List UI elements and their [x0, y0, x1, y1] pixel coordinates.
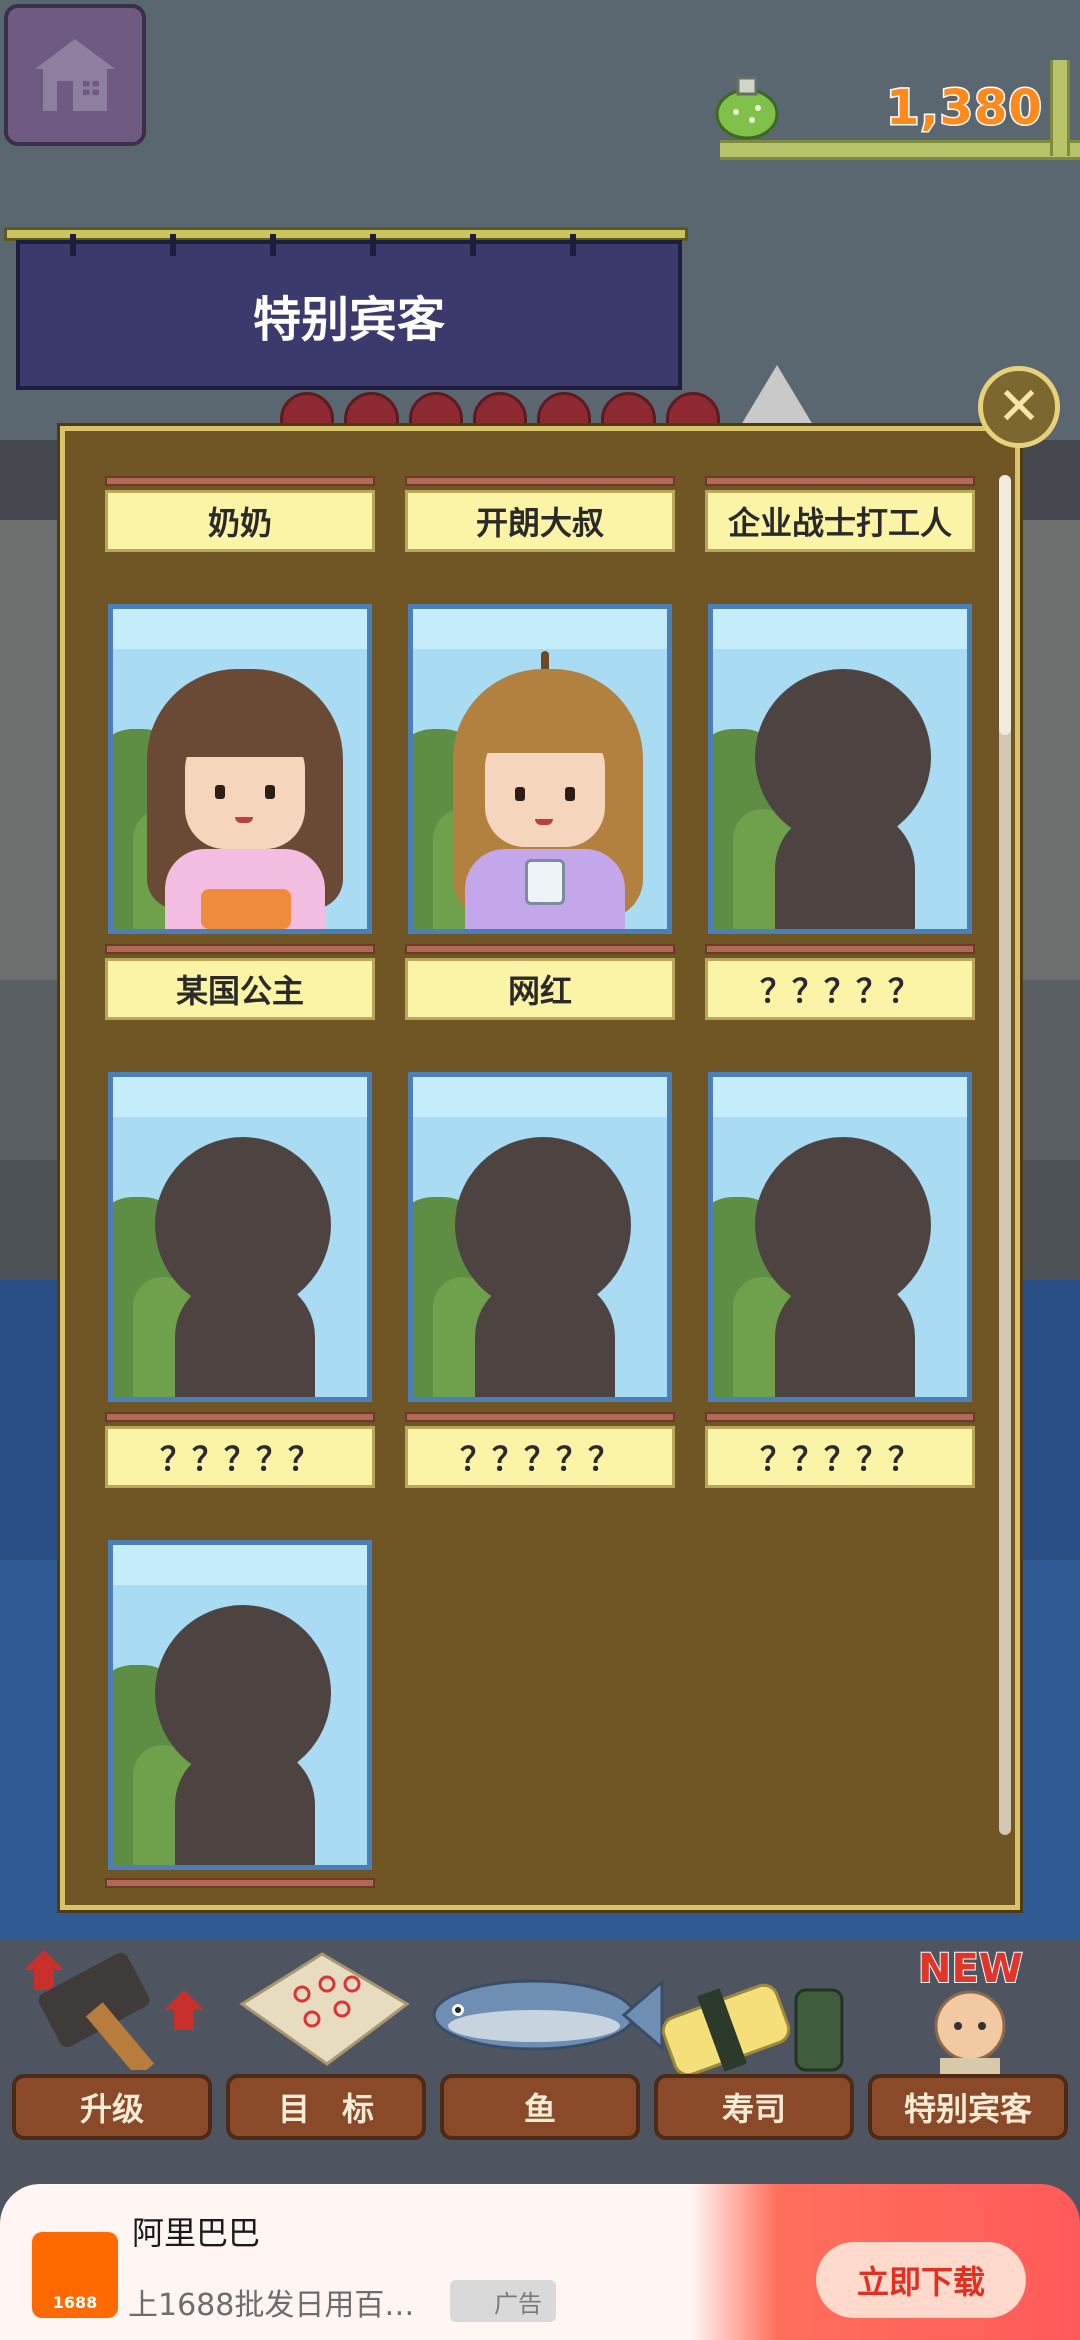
guest-card-princess[interactable]	[108, 604, 372, 934]
panel-scrollbar[interactable]	[999, 475, 1011, 1835]
goals-button[interactable]: 目 标	[226, 2074, 426, 2140]
guest-name-cheerful-uncle: 开朗大叔	[405, 490, 675, 552]
hammer-icon	[24, 1950, 204, 2070]
goal-sheet-icon	[239, 1952, 410, 2066]
plate-rod	[105, 476, 375, 486]
scroll-thumb[interactable]	[999, 475, 1011, 735]
guest-card-locked[interactable]	[708, 1072, 972, 1402]
ad-tag: 广告	[450, 2280, 556, 2322]
fish-icon	[432, 1978, 664, 2052]
download-button[interactable]: 立即下载	[816, 2242, 1026, 2318]
guest-avatar-icon	[934, 1990, 1006, 2076]
sushi-icon	[661, 1983, 844, 2077]
coin-value: 1,380	[885, 79, 1044, 138]
guest-name-grandma: 奶奶	[105, 490, 375, 552]
ad-banner[interactable]: 1688 阿里巴巴 上1688批发日用百货… 广告 立即下载	[0, 2184, 1080, 2340]
house-icon	[35, 39, 115, 111]
phone-icon	[525, 859, 565, 905]
guest-name-office-worker: 企业战士打工人	[705, 490, 975, 552]
page-title: 特别宾客	[252, 292, 445, 348]
guest-card-locked[interactable]	[108, 1540, 372, 1870]
home-button[interactable]	[4, 4, 146, 146]
guest-name-princess: 某国公主	[105, 958, 375, 1020]
ad-description: 上1688批发日用百货…	[128, 2288, 438, 2323]
plate-rod	[405, 476, 675, 486]
guest-name-unknown: ？？？？？	[705, 1426, 975, 1488]
bamboo-rod	[720, 140, 1080, 160]
guest-card-locked[interactable]	[108, 1072, 372, 1402]
plate-rod	[705, 944, 975, 954]
plate-rod	[105, 944, 375, 954]
alibaba-logo-icon: 1688	[32, 2232, 118, 2318]
coin-counter: 1,380	[700, 60, 1080, 170]
sushi-button[interactable]: 寿司	[654, 2074, 854, 2140]
guest-card-locked[interactable]	[708, 604, 972, 934]
plate-rod	[705, 476, 975, 486]
banner-pole	[4, 227, 688, 241]
guest-card-influencer[interactable]	[408, 604, 672, 934]
money-bag-icon	[715, 76, 779, 140]
new-badge: NEW	[917, 1945, 1024, 1993]
guest-card-locked[interactable]	[408, 1072, 672, 1402]
plate-rod	[105, 1878, 375, 1888]
plate-rod	[405, 944, 675, 954]
special-guests-button[interactable]: 特别宾客	[868, 2074, 1068, 2140]
guest-name-unknown: ？？？？？	[405, 1426, 675, 1488]
guest-name-influencer: 网红	[405, 958, 675, 1020]
plate-rod	[105, 1412, 375, 1422]
fish-button[interactable]: 鱼	[440, 2074, 640, 2140]
guest-name-unknown: ？？？？？	[105, 1426, 375, 1488]
close-icon: ✕	[997, 377, 1041, 437]
upgrade-button[interactable]: 升级	[12, 2074, 212, 2140]
title-banner: 特别宾客	[16, 234, 682, 390]
bamboo-post	[1050, 60, 1070, 156]
close-button[interactable]: ✕	[978, 366, 1060, 448]
ad-title: 阿里巴巴	[132, 2214, 261, 2252]
lantern-row	[280, 392, 720, 428]
roof-peak	[735, 365, 819, 435]
guest-name-unknown: ？？？？？	[705, 958, 975, 1020]
plate-rod	[405, 1412, 675, 1422]
plate-rod	[705, 1412, 975, 1422]
